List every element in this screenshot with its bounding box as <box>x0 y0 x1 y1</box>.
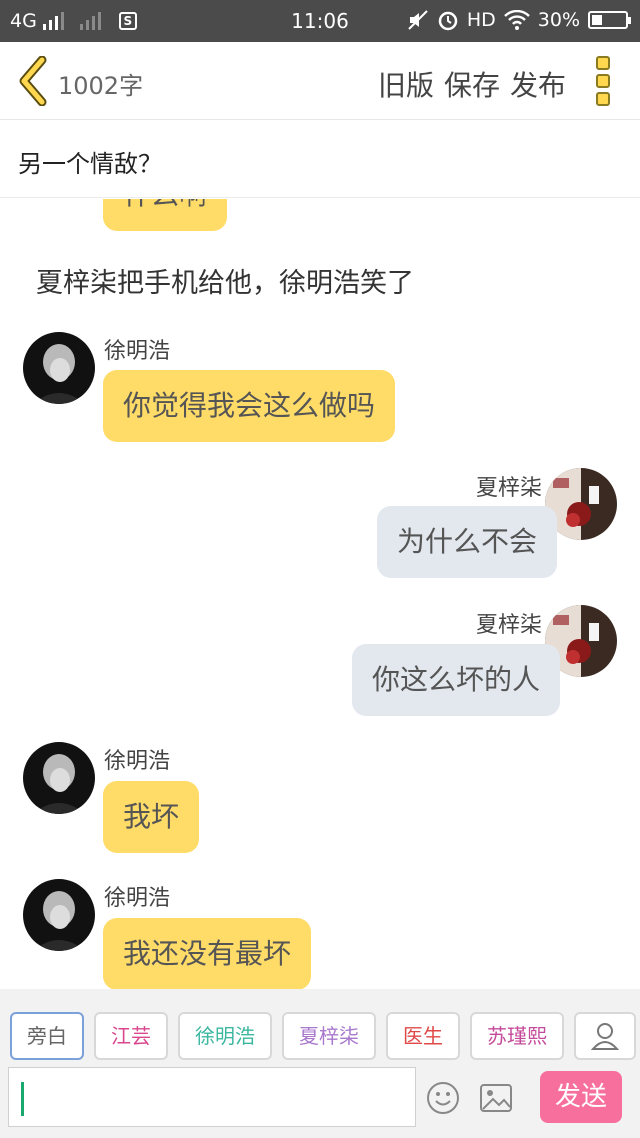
save-button[interactable]: 保存 <box>444 64 500 104</box>
old-version-button[interactable]: 旧版 <box>378 64 434 104</box>
chapter-title: 另一个情敌？ <box>18 150 162 178</box>
wifi-icon <box>503 10 530 30</box>
message-bubble[interactable]: 你这么坏的人 <box>352 644 561 716</box>
speaker-name: 夏梓柒 <box>476 613 543 638</box>
send-button[interactable]: 发送 <box>540 1071 622 1123</box>
mute-icon <box>408 10 428 30</box>
character-selector: 旁白 江芸 徐明浩 夏梓柒 医生 苏瑾熙 <box>10 1012 636 1060</box>
message-bubble[interactable]: 为什么不会 <box>377 506 558 578</box>
add-character-button[interactable] <box>574 1012 636 1060</box>
battery-level <box>592 15 602 25</box>
character-chip-narrator[interactable]: 旁白 <box>10 1012 84 1060</box>
speaker-name: 徐明浩 <box>104 886 171 911</box>
person-icon <box>590 1023 620 1050</box>
character-chip[interactable]: 苏瑾熙 <box>470 1012 564 1060</box>
composer: 旁白 江芸 徐明浩 夏梓柒 医生 苏瑾熙 发送 <box>0 989 640 1138</box>
character-chip[interactable]: 江芸 <box>94 1012 168 1060</box>
character-chip[interactable]: 医生 <box>386 1012 460 1060</box>
chat-area[interactable]: 什么啊 夏梓柒把手机给他，徐明浩笑了 徐明浩 你觉得我会这么做吗 夏梓柒 为什么… <box>0 199 640 989</box>
message-bubble[interactable]: 你觉得我会这么做吗 <box>103 370 396 442</box>
word-count: 1002字 <box>58 72 144 100</box>
editor-header: 1002字 旧版 保存 发布 <box>0 42 640 120</box>
message-bubble[interactable]: 我坏 <box>103 781 200 853</box>
speaker-name: 徐明浩 <box>104 339 171 364</box>
speaker-name: 徐明浩 <box>104 749 171 774</box>
emoji-icon[interactable] <box>426 1081 460 1115</box>
publish-button[interactable]: 发布 <box>510 64 566 104</box>
back-chevron-icon[interactable] <box>14 56 54 106</box>
avatar-xu-minghao[interactable] <box>23 879 95 951</box>
status-bar: 4G S 11:06 HD 30% <box>0 0 640 42</box>
alarm-icon <box>438 11 458 31</box>
hd-label: HD <box>466 9 496 31</box>
battery-icon <box>588 11 631 29</box>
battery-percent: 30% <box>537 9 580 31</box>
message-bubble[interactable]: 什么啊 <box>103 199 228 231</box>
chapter-title-bar[interactable]: 另一个情敌？ <box>0 120 640 198</box>
text-caret <box>21 1082 24 1116</box>
avatar-xu-minghao[interactable] <box>23 332 95 404</box>
character-chip[interactable]: 徐明浩 <box>178 1012 272 1060</box>
character-chip[interactable]: 夏梓柒 <box>282 1012 376 1060</box>
message-bubble[interactable]: 我还没有最坏 <box>103 918 312 989</box>
message-input[interactable] <box>8 1067 416 1127</box>
speaker-name: 夏梓柒 <box>476 476 543 501</box>
more-menu-icon[interactable] <box>596 56 612 106</box>
image-icon[interactable] <box>479 1083 513 1113</box>
narration-text[interactable]: 夏梓柒把手机给他，徐明浩笑了 <box>36 261 414 300</box>
avatar-xu-minghao[interactable] <box>23 742 95 814</box>
